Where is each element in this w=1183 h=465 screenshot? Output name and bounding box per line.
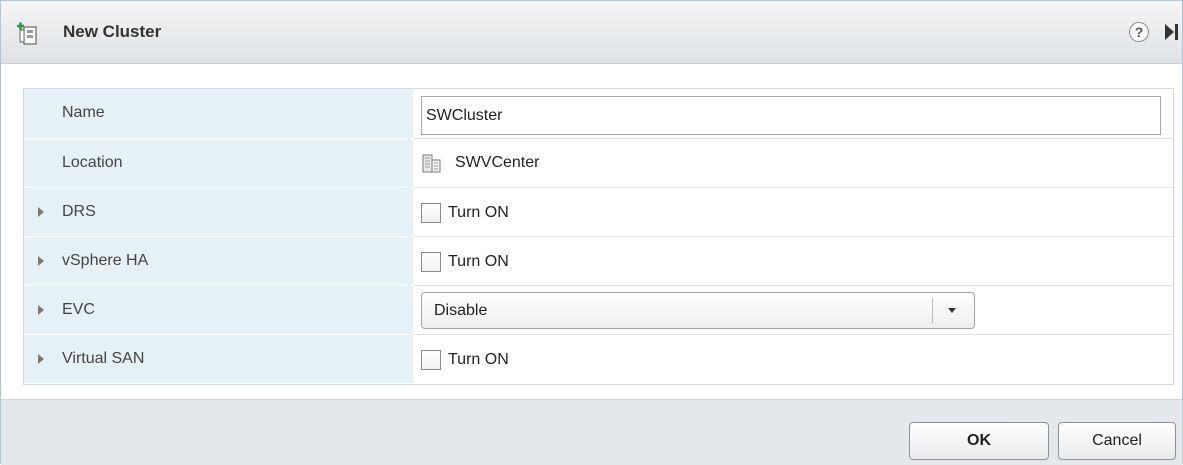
chevron-down-icon[interactable] [948,308,956,313]
vsphere-ha-label: vSphere HA [62,252,149,269]
new-cluster-dialog: New Cluster ? Name Location [0,0,1183,465]
select-divider [932,298,933,323]
drs-row: DRS Turn ON [24,187,1173,236]
vsphere-ha-turn-on-checkbox[interactable] [421,252,441,272]
evc-label: EVC [62,301,95,318]
dialog-footer: OK Cancel [1,399,1182,465]
name-value-cell [413,89,1173,138]
evc-row: EVC Disable [24,285,1173,334]
vsphere-ha-row: vSphere HA Turn ON [24,236,1173,285]
ok-button[interactable]: OK [909,422,1049,460]
help-icon[interactable]: ? [1129,22,1149,42]
dialog-title: New Cluster [63,22,162,41]
expand-panel-bar[interactable] [1175,24,1178,40]
location-value-cell: SWVCenter [413,138,1173,187]
virtual-san-turn-on-label[interactable]: Turn ON [448,351,509,369]
evc-selected-value: Disable [434,302,488,319]
vsphere-ha-value-cell: Turn ON [413,236,1173,285]
drs-turn-on-label[interactable]: Turn ON [448,204,509,222]
dialog-titlebar: New Cluster ? [1,1,1182,64]
drs-expand-caret-icon[interactable] [38,207,44,217]
datacenter-icon [422,154,441,173]
virtual-san-row: Virtual SAN Turn ON [24,334,1173,383]
name-input[interactable] [421,96,1161,135]
vsphere-ha-turn-on-label[interactable]: Turn ON [448,253,509,271]
virtual-san-value-cell: Turn ON [413,334,1173,383]
evc-expand-caret-icon[interactable] [38,305,44,315]
vsphere-ha-label-cell[interactable]: vSphere HA [24,236,413,285]
drs-label-cell[interactable]: DRS [24,187,413,236]
cluster-form: Name Location SWVCenter [23,88,1174,385]
virtual-san-label-cell[interactable]: Virtual SAN [24,334,413,383]
evc-label-cell[interactable]: EVC [24,285,413,334]
location-label: Location [62,154,123,171]
name-label-cell: Name [24,89,413,138]
drs-value-cell: Turn ON [413,187,1173,236]
virtual-san-expand-caret-icon[interactable] [38,354,44,364]
name-label: Name [62,104,105,121]
evc-value-cell: Disable [413,285,1173,334]
vsphere-ha-expand-caret-icon[interactable] [38,256,44,266]
location-value: SWVCenter [455,154,540,171]
virtual-san-turn-on-checkbox[interactable] [421,350,441,370]
expand-panel-icon[interactable] [1165,24,1174,40]
new-cluster-icon [17,22,37,45]
location-row: Location SWVCenter [24,138,1173,187]
virtual-san-label: Virtual SAN [62,350,145,367]
cancel-button[interactable]: Cancel [1058,422,1176,460]
drs-turn-on-checkbox[interactable] [421,203,441,223]
drs-label: DRS [62,203,96,220]
name-row: Name [24,89,1173,138]
location-label-cell: Location [24,138,413,187]
evc-mode-select[interactable]: Disable [421,292,975,329]
